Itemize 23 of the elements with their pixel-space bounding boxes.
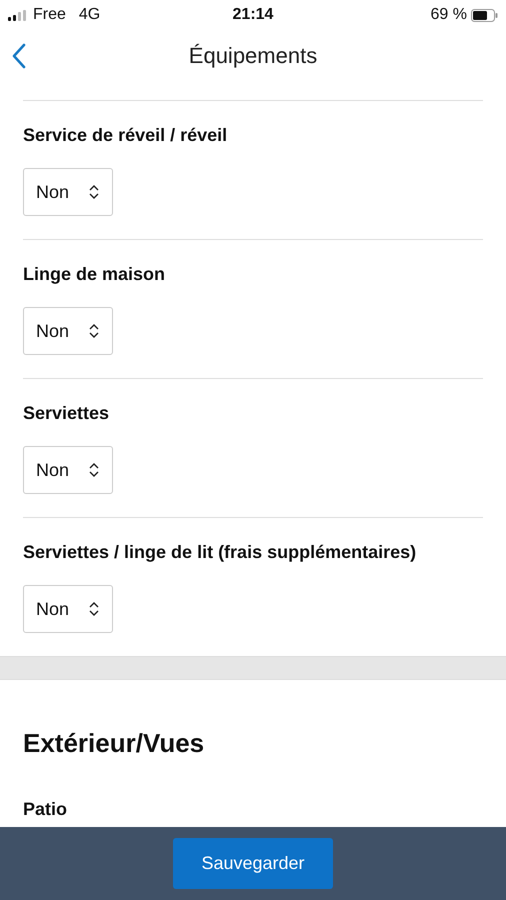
yes-no-select[interactable]: Non (23, 307, 113, 355)
back-icon[interactable] (12, 43, 26, 69)
field-label: Serviettes / linge de lit (frais supplémentaires) (23, 542, 416, 563)
chevron-up-down-icon (88, 462, 100, 478)
network-type: 4G (78, 6, 100, 24)
yes-no-select[interactable]: Non (23, 168, 113, 216)
chevron-up-down-icon (88, 323, 100, 339)
carrier-name: Free (33, 6, 66, 24)
field-label: Serviettes (23, 403, 110, 424)
signal-icon (8, 10, 28, 20)
screen-title: Équipements (188, 43, 318, 69)
field-label: Linge de maison (23, 264, 166, 285)
save-button[interactable]: Sauvegarder (173, 838, 333, 889)
yes-no-select[interactable]: Non (23, 446, 113, 494)
chevron-up-down-icon (88, 184, 100, 200)
yes-no-select[interactable]: Non (23, 585, 113, 633)
clock: 21:14 (232, 6, 274, 24)
battery-percent: 69 % (430, 6, 467, 24)
battery-icon (471, 8, 498, 22)
field-label: Service de réveil / réveil (23, 125, 228, 146)
field-label: Patio (23, 799, 68, 820)
chevron-up-down-icon (88, 601, 100, 617)
section-heading: Extérieur/Vues (23, 728, 204, 759)
